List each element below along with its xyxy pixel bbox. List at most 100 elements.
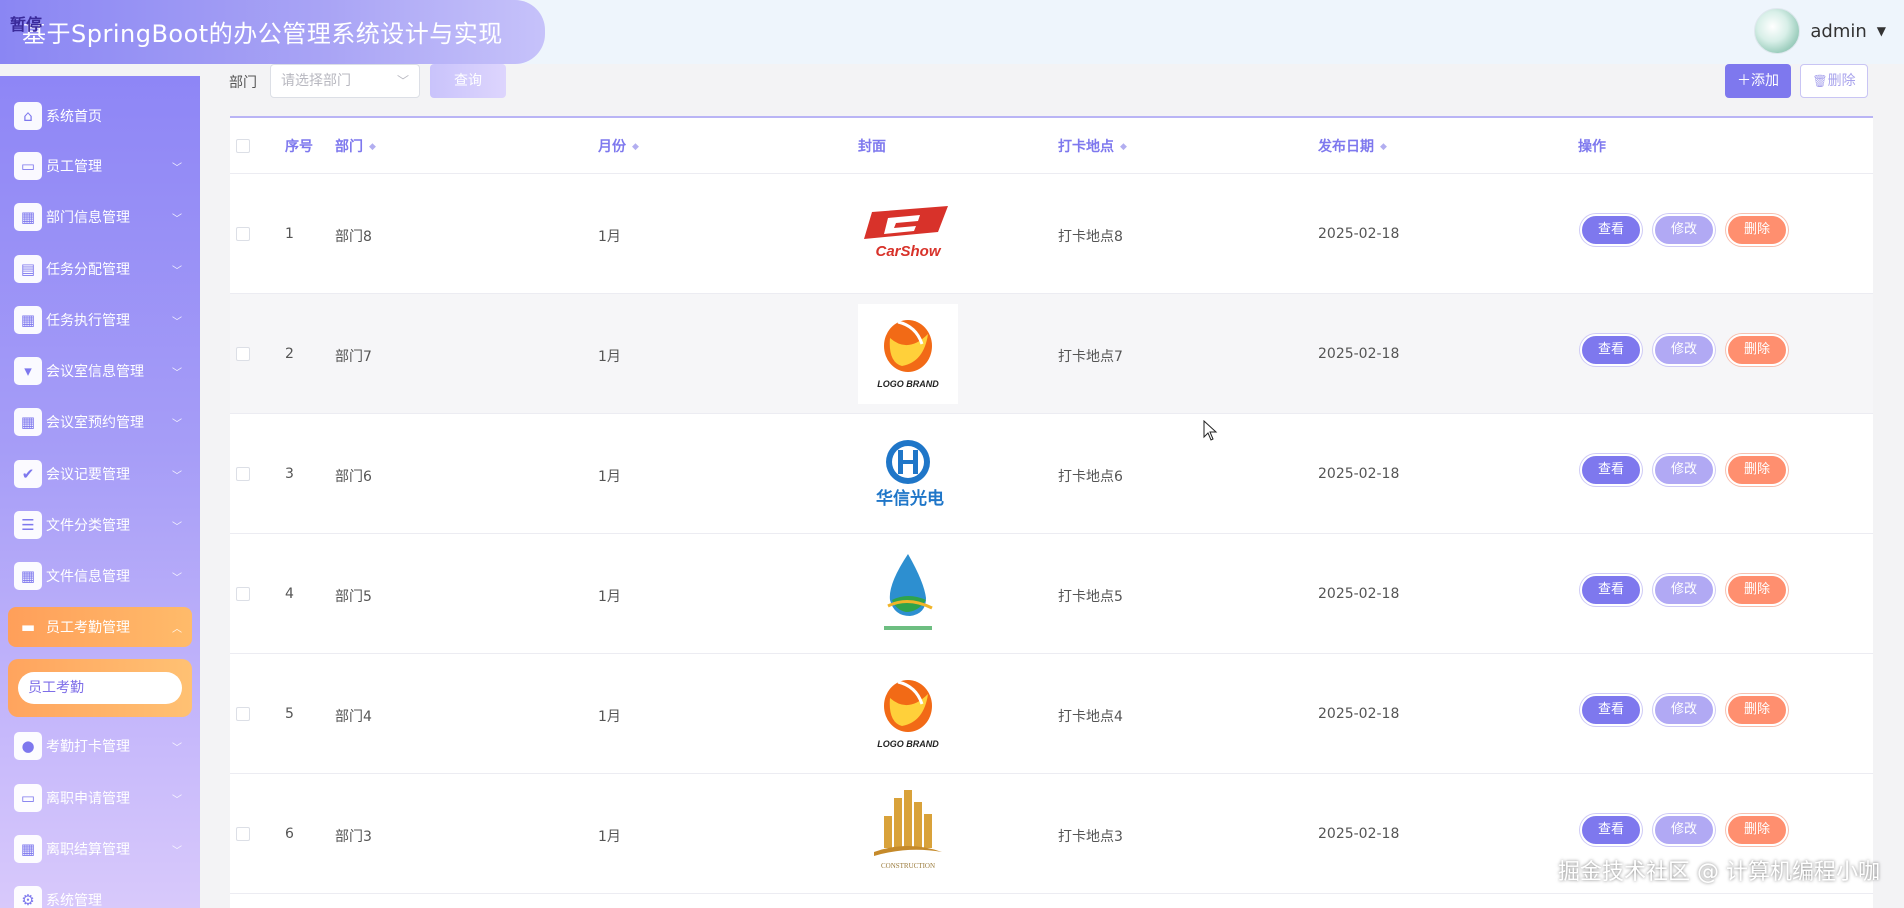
sidebar-item-label: 会议室信息管理 (46, 364, 144, 380)
chevron-down-icon: ﹀ (396, 74, 409, 88)
view-button[interactable]: 查看 (1580, 814, 1642, 846)
view-button[interactable]: 查看 (1580, 454, 1642, 486)
title-banner: 基于SpringBoot的办公管理系统设计与实现 (0, 0, 545, 64)
query-button[interactable]: 查询 (430, 64, 506, 98)
sidebar-item-employee[interactable]: ▭ 员工管理 ﹀ (8, 146, 192, 186)
cell-index: 1 (285, 226, 294, 242)
user-name[interactable]: admin (1810, 21, 1866, 42)
sidebar-item-meeting-notes[interactable]: ✔ 会议记要管理 ﹀ (8, 454, 192, 494)
submenu-item-attendance[interactable]: 员工考勤 (18, 672, 182, 704)
sidebar-item-home[interactable]: ⌂ 系统首页 (8, 96, 192, 136)
cover-text: CarShow (875, 243, 941, 260)
row-checkbox[interactable] (236, 347, 250, 361)
sidebar-item-meeting-booking[interactable]: ▦ 会议室预约管理 ﹀ (8, 402, 192, 442)
table-row[interactable]: 2 部门7 1月 LOGO BRAND 打卡地点7 2025-02-18 查看 … (230, 294, 1873, 414)
cell-month: 1月 (598, 589, 621, 605)
select-all-checkbox[interactable] (236, 139, 250, 153)
sidebar-item-file-category[interactable]: ☰ 文件分类管理 ﹀ (8, 505, 192, 545)
sidebar-item-label: 任务执行管理 (46, 313, 130, 329)
cell-dept: 部门5 (335, 589, 372, 605)
chevron-down-icon: ﹀ (172, 162, 182, 174)
add-button[interactable]: ＋添加 (1725, 64, 1791, 98)
gear-icon: ⚙ (14, 886, 42, 908)
sidebar-item-meeting-room[interactable]: ▾ 会议室信息管理 ﹀ (8, 351, 192, 391)
sort-icon[interactable]: ◆ (632, 142, 639, 152)
edit-button[interactable]: 修改 (1653, 814, 1715, 846)
cell-date: 2025-02-18 (1318, 226, 1400, 242)
sidebar-item-label: 员工管理 (46, 159, 102, 175)
sort-icon[interactable]: ◆ (369, 142, 376, 152)
sidebar-item-clock-in[interactable]: ● 考勤打卡管理 ﹀ (8, 726, 192, 766)
column-header: 序号 (285, 139, 313, 155)
grid-icon: ▦ (14, 306, 42, 334)
row-checkbox[interactable] (236, 587, 250, 601)
table-row[interactable]: 5 部门4 1月 LOGO BRAND 打卡地点4 2025-02-18 查看 … (230, 654, 1873, 774)
row-checkbox[interactable] (236, 827, 250, 841)
view-button[interactable]: 查看 (1580, 334, 1642, 366)
edit-button[interactable]: 修改 (1653, 574, 1715, 606)
view-button[interactable]: 查看 (1580, 214, 1642, 246)
water-drop-logo[interactable] (858, 544, 958, 644)
sidebar-item-resign-settle[interactable]: ▦ 离职结算管理 ﹀ (8, 829, 192, 869)
cell-location: 打卡地点5 (1058, 589, 1123, 605)
user-menu[interactable]: admin ▼ (1754, 8, 1886, 54)
cell-index: 5 (285, 706, 294, 722)
delete-button[interactable]: 删除 (1726, 694, 1788, 726)
cover-text: LOGO BRAND (877, 739, 939, 749)
delete-button[interactable]: 删除 (1726, 454, 1788, 486)
top-header: 基于SpringBoot的办公管理系统设计与实现 暂停 admin ▼ (0, 0, 1904, 64)
logo-brand-logo[interactable]: LOGO BRAND (858, 304, 958, 404)
cell-dept: 部门3 (335, 829, 372, 845)
edit-button[interactable]: 修改 (1653, 214, 1715, 246)
carshow-logo[interactable]: CarShow (858, 184, 958, 284)
cell-dept: 部门8 (335, 229, 372, 245)
cell-month: 1月 (598, 829, 621, 845)
sidebar-item-resign-apply[interactable]: ▭ 离职申请管理 ﹀ (8, 778, 192, 818)
chevron-down-icon: ﹀ (172, 742, 182, 754)
edit-button[interactable]: 修改 (1653, 694, 1715, 726)
huaxin-logo[interactable]: 华信光电 (858, 424, 958, 524)
sidebar-item-system[interactable]: ⚙ 系统管理 (8, 880, 192, 908)
batch-delete-button[interactable]: 🗑删除 (1800, 64, 1868, 98)
table-row[interactable]: 3 部门6 1月 华信光电 打卡地点6 2025-02-18 查看 修改 删除 (230, 414, 1873, 534)
delete-button[interactable]: 删除 (1726, 814, 1788, 846)
column-header-label: 月份 (598, 139, 626, 155)
construction-logo[interactable]: CONSTRUCTION (858, 784, 958, 884)
view-button[interactable]: 查看 (1580, 574, 1642, 606)
plus-icon: ＋ (1737, 73, 1751, 89)
sidebar-item-attendance[interactable]: ▬ 员工考勤管理 ︿ (8, 607, 192, 647)
sidebar-item-label: 考勤打卡管理 (46, 739, 130, 755)
caret-down-icon[interactable]: ▼ (1877, 24, 1886, 38)
column-header-dept[interactable]: 部门 ◆ (335, 136, 376, 156)
sort-icon[interactable]: ◆ (1380, 142, 1387, 152)
column-header-location[interactable]: 打卡地点 ◆ (1058, 136, 1127, 156)
row-checkbox[interactable] (236, 707, 250, 721)
logo-brand-logo[interactable]: LOGO BRAND (858, 664, 958, 764)
dept-select[interactable]: 请选择部门 ﹀ (270, 64, 420, 98)
table-row[interactable]: 4 部门5 1月 打卡地点5 2025-02-18 查看 修改 删除 (230, 534, 1873, 654)
avatar[interactable] (1754, 8, 1801, 54)
delete-button[interactable]: 删除 (1726, 574, 1788, 606)
cover-text: LOGO BRAND (877, 379, 939, 389)
sidebar-item-label: 会议记要管理 (46, 467, 130, 483)
sidebar-item-dept[interactable]: ▦ 部门信息管理 ﹀ (8, 197, 192, 237)
table-row[interactable]: 1 部门8 1月 CarShow 打卡地点8 2025-02-18 查看 修改 … (230, 174, 1873, 294)
user-icon: ● (14, 732, 42, 760)
delete-button[interactable]: 删除 (1726, 334, 1788, 366)
column-header-label: 打卡地点 (1058, 139, 1114, 155)
row-checkbox[interactable] (236, 227, 250, 241)
sidebar-item-task-exec[interactable]: ▦ 任务执行管理 ﹀ (8, 300, 192, 340)
column-header-date[interactable]: 发布日期 ◆ (1318, 136, 1387, 156)
monitor-icon: ▭ (14, 784, 42, 812)
column-header: 操作 (1578, 139, 1606, 155)
row-checkbox[interactable] (236, 467, 250, 481)
edit-button[interactable]: 修改 (1653, 454, 1715, 486)
sidebar-item-file-info[interactable]: ▦ 文件信息管理 ﹀ (8, 556, 192, 596)
delete-button[interactable]: 删除 (1726, 214, 1788, 246)
view-button[interactable]: 查看 (1580, 694, 1642, 726)
column-header-month[interactable]: 月份 ◆ (598, 136, 639, 156)
sidebar-item-task-assign[interactable]: ▤ 任务分配管理 ﹀ (8, 249, 192, 289)
edit-button[interactable]: 修改 (1653, 334, 1715, 366)
checklist-icon: ✔ (14, 460, 42, 488)
sort-icon[interactable]: ◆ (1120, 142, 1127, 152)
